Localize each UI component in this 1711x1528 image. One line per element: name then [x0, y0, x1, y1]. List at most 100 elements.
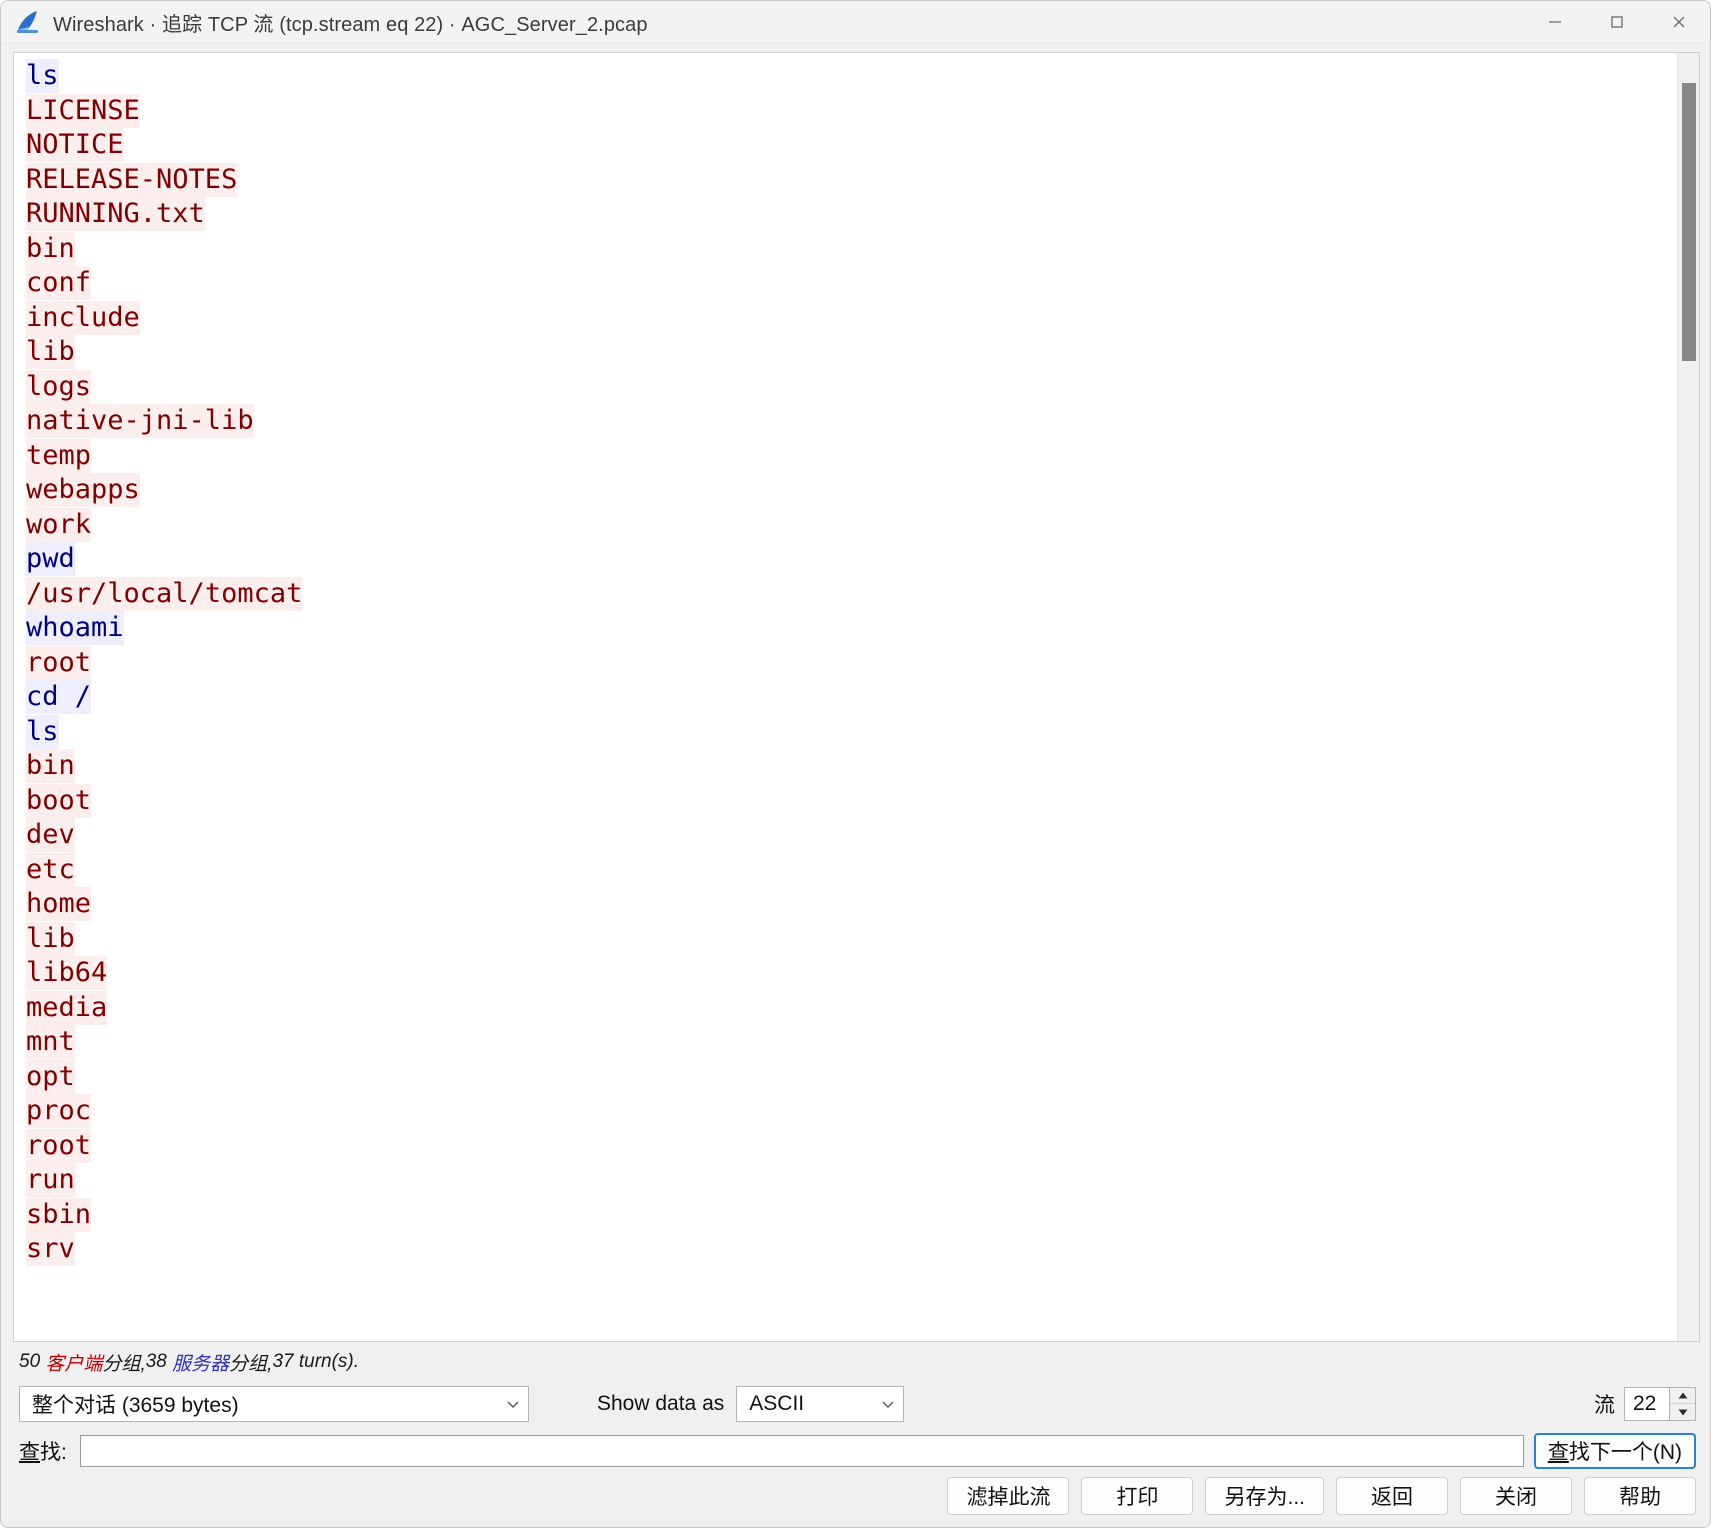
print-button[interactable]: 打印 — [1081, 1476, 1194, 1515]
maximize-icon — [1611, 16, 1623, 28]
stream-line-text: root — [26, 645, 92, 680]
save-as-button[interactable]: 另存为... — [1205, 1476, 1324, 1515]
wireshark-shark-fin-icon — [15, 9, 41, 35]
show-data-as-label: Show data as — [597, 1392, 725, 1415]
stream-line-server: opt — [26, 1059, 1677, 1095]
maximize-button[interactable] — [1586, 1, 1648, 44]
stream-line-text: proc — [26, 1094, 92, 1128]
stream-line-text: temp — [26, 438, 92, 473]
conversation-select[interactable]: 整个对话 (3659 bytes) — [19, 1386, 529, 1422]
help-button[interactable]: 帮助 — [1584, 1476, 1696, 1515]
tcp-stream-dialog: Wireshark · 追踪 TCP 流 (tcp.stream eq 22) … — [0, 0, 1711, 1528]
stream-line-server: mnt — [26, 1025, 1677, 1060]
stream-line-server: include — [26, 300, 1677, 336]
minimize-button[interactable] — [1524, 1, 1586, 44]
spinner-down-button[interactable] — [1670, 1404, 1695, 1420]
status-client-mid: 分组, — [102, 1353, 146, 1375]
stream-line-client: cd / — [26, 680, 1677, 715]
window-controls — [1524, 1, 1710, 44]
status-server-label: 服务器 — [172, 1353, 230, 1375]
stream-line-server: home — [26, 887, 1677, 922]
stream-line-server: proc — [26, 1094, 1677, 1129]
stream-line-text: pwd — [26, 542, 75, 576]
stream-line-text: whoami — [26, 611, 124, 645]
stream-line-text: cd / — [26, 680, 92, 714]
stream-text-view[interactable]: ls LICENSE NOTICE RELEASE-NOTES RUNNING.txt b… — [14, 53, 1677, 1341]
stream-line-text: lib64 — [26, 956, 108, 990]
stream-line-server: /usr/local/tomcat — [26, 576, 1677, 612]
stream-line-server: RELEASE-NOTES — [26, 162, 1677, 198]
stream-line-server: lib — [26, 921, 1677, 957]
stream-number-stepper[interactable]: 22 — [1624, 1387, 1696, 1421]
stream-line-text: native-jni-lib — [26, 404, 254, 438]
stream-line-text: ls — [26, 59, 59, 93]
stream-line-server: root — [26, 1128, 1677, 1164]
stream-line-server: NOTICE — [26, 128, 1677, 163]
stream-line-text: /usr/local/tomcat — [26, 576, 303, 611]
close-button[interactable]: 关闭 — [1460, 1476, 1572, 1515]
filter-out-this-stream-button[interactable]: 滤掉此流 — [947, 1476, 1070, 1515]
back-button[interactable]: 返回 — [1336, 1476, 1448, 1515]
show-data-as-select[interactable]: ASCII — [736, 1386, 905, 1422]
stream-status-line: 50 客户端 分组, 38 服务器 分组, 37 turn(s). — [19, 1348, 1710, 1376]
chevron-down-icon — [504, 1395, 522, 1413]
show-data-as-value: ASCII — [749, 1392, 805, 1415]
find-next-button[interactable]: 查找下一个(N) — [1533, 1433, 1696, 1469]
find-next-first-char: 查 — [1547, 1441, 1569, 1464]
stream-line-server: sbin — [26, 1197, 1677, 1233]
stream-line-text: srv — [26, 1232, 75, 1266]
scrollbar-thumb[interactable] — [1682, 83, 1696, 361]
find-next-rest: 找下一个(N) — [1568, 1441, 1682, 1464]
stream-line-server: temp — [26, 438, 1677, 474]
stream-line-server: media — [26, 990, 1677, 1026]
stream-label: 流 — [1594, 1394, 1615, 1417]
stream-line-text: opt — [26, 1059, 75, 1094]
spinner-down-icon — [1678, 1409, 1687, 1415]
close-icon — [1673, 16, 1685, 28]
stream-line-server: bin — [26, 231, 1677, 267]
stream-line-text: NOTICE — [26, 128, 124, 162]
close-button[interactable] — [1648, 1, 1710, 44]
spinner-up-button[interactable] — [1670, 1388, 1695, 1404]
title-bar: Wireshark · 追踪 TCP 流 (tcp.stream eq 22) … — [1, 1, 1710, 44]
stream-line-text: lib — [26, 921, 75, 956]
stream-line-text: ls — [26, 714, 59, 749]
stream-line-server: bin — [26, 749, 1677, 784]
chevron-down-icon — [879, 1395, 897, 1413]
stream-line-text: webapps — [26, 473, 140, 507]
stream-line-client: whoami — [26, 611, 1677, 646]
stream-line-server: conf — [26, 266, 1677, 301]
conversation-select-value: 整个对话 (3659 bytes) — [32, 1394, 239, 1417]
stream-line-text: RELEASE-NOTES — [26, 162, 238, 197]
stream-line-server: run — [26, 1163, 1677, 1198]
spinner-up-icon — [1678, 1392, 1687, 1399]
stream-number-group: 流 22 — [1594, 1387, 1696, 1421]
find-input[interactable] — [79, 1435, 1524, 1467]
stream-line-server: RUNNING.txt — [26, 197, 1677, 232]
stream-line-text: lib — [26, 335, 75, 369]
stream-line-server: webapps — [26, 473, 1677, 508]
find-label-mnemonic: 查 — [19, 1441, 40, 1464]
stream-line-server: boot — [26, 783, 1677, 819]
stream-line-server: etc — [26, 852, 1677, 888]
find-label-rest: 找: — [40, 1441, 67, 1464]
status-turns: 37 turn(s). — [272, 1351, 360, 1372]
stream-line-server: work — [26, 507, 1677, 543]
stream-controls-row: 整个对话 (3659 bytes) Show data as ASCII 流 2… — [19, 1380, 1696, 1428]
stream-line-text: mnt — [26, 1025, 75, 1059]
stream-line-server: srv — [26, 1232, 1677, 1267]
status-client-label: 客户端 — [45, 1353, 103, 1375]
stream-line-text: root — [26, 1128, 92, 1163]
stepper-buttons — [1669, 1388, 1695, 1420]
stream-line-text: media — [26, 990, 108, 1025]
stream-line-text: bin — [26, 749, 75, 783]
stream-line-text: etc — [26, 852, 75, 887]
stream-line-server: root — [26, 645, 1677, 681]
vertical-scrollbar[interactable] — [1677, 53, 1699, 1341]
stream-line-client: pwd — [26, 542, 1677, 577]
stream-line-client: ls — [26, 59, 1677, 94]
stream-line-text: include — [26, 300, 140, 335]
minimize-icon — [1549, 21, 1561, 23]
stream-line-text: boot — [26, 783, 92, 818]
stream-line-text: conf — [26, 266, 92, 300]
